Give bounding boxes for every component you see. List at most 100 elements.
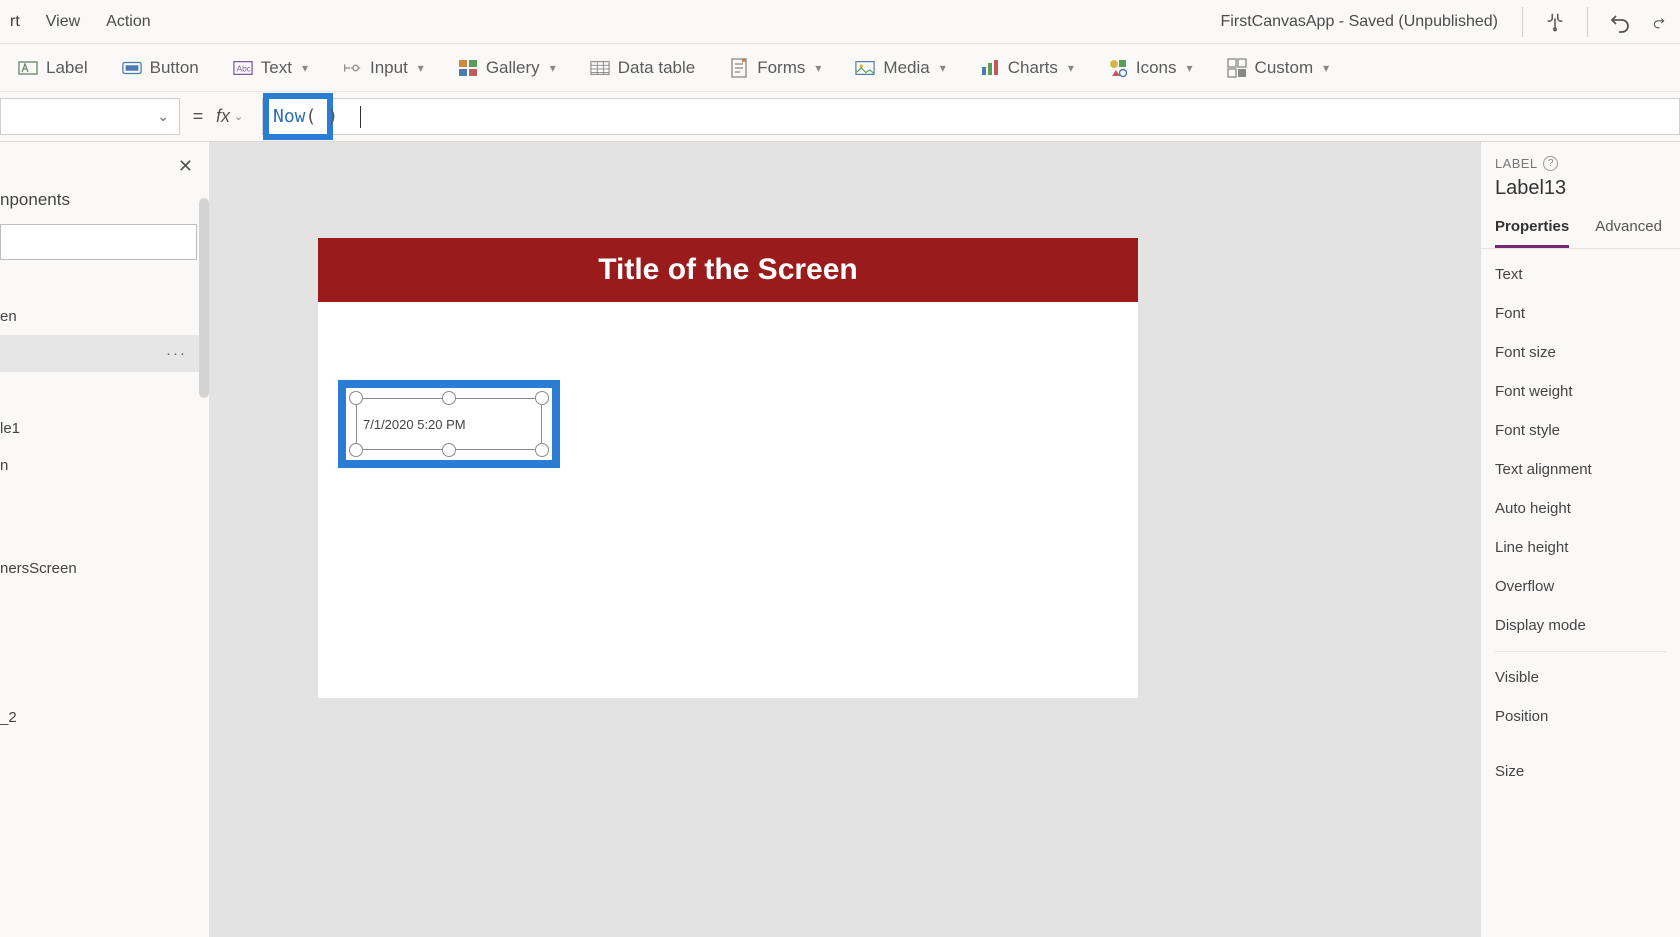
control-type-text: LABEL	[1495, 156, 1537, 171]
chevron-down-icon: ⌄	[157, 108, 169, 125]
resize-handle[interactable]	[349, 391, 363, 405]
divider	[1495, 651, 1666, 652]
search-input[interactable]	[0, 224, 197, 260]
prop-text-alignment[interactable]: Text alignment	[1495, 450, 1666, 489]
properties-pane: LABEL ? Label13 Properties Advanced Text…	[1480, 142, 1680, 937]
tree-item[interactable]: en	[0, 298, 209, 335]
ribbon-input[interactable]: Input ▾	[342, 58, 424, 78]
ribbon-media[interactable]: Media ▾	[855, 58, 945, 78]
ribbon-icons[interactable]: Icons ▾	[1108, 58, 1193, 78]
ribbon-button[interactable]: Button	[122, 58, 199, 78]
chevron-down-icon: ▾	[815, 61, 821, 75]
tree-item[interactable]: le1	[0, 410, 209, 447]
prop-font[interactable]: Font	[1495, 294, 1666, 333]
equals-sign: =	[180, 92, 216, 141]
chevron-down-icon: ▾	[302, 61, 308, 75]
ribbon-charts-text: Charts	[1008, 58, 1058, 78]
prop-font-style[interactable]: Font style	[1495, 411, 1666, 450]
tree-item-selected[interactable]: ···	[0, 335, 209, 372]
close-icon[interactable]: ✕	[178, 156, 193, 177]
ribbon-data-table-text: Data table	[618, 58, 696, 78]
redo-icon[interactable]	[1652, 8, 1666, 36]
prop-text[interactable]: Text	[1495, 255, 1666, 294]
resize-handle[interactable]	[442, 391, 456, 405]
menu-bar: rt View Action FirstCanvasApp - Saved (U…	[0, 0, 1680, 44]
menu-insert[interactable]: rt	[10, 13, 20, 31]
ribbon-gallery[interactable]: Gallery ▾	[458, 58, 556, 78]
formula-function: Now	[273, 106, 306, 127]
insert-ribbon: Label Button Abc Text ▾ Input ▾ Gallery …	[0, 44, 1680, 92]
formula-input[interactable]: Now( )	[262, 98, 1680, 135]
ribbon-label[interactable]: Label	[18, 58, 88, 78]
resize-handle[interactable]	[535, 443, 549, 457]
properties-list: Text Font Font size Font weight Font sty…	[1481, 249, 1680, 797]
control-type-label: LABEL ?	[1495, 156, 1666, 171]
help-icon[interactable]: ?	[1543, 156, 1558, 171]
menu-bar-left: rt View Action	[8, 13, 151, 31]
prop-position[interactable]: Position	[1495, 697, 1666, 736]
chevron-down-icon: ▾	[940, 61, 946, 75]
formula-parens: ( )	[306, 106, 339, 127]
control-name[interactable]: Label13	[1495, 177, 1666, 200]
resize-handle[interactable]	[349, 443, 363, 457]
fx-label[interactable]: fx ⌄	[216, 92, 262, 141]
resize-handle[interactable]	[535, 391, 549, 405]
tree-tab-components[interactable]: nponents	[0, 142, 209, 218]
prop-display-mode[interactable]: Display mode	[1495, 606, 1666, 645]
ribbon-forms-text: Forms	[757, 58, 805, 78]
canvas-area[interactable]: Title of the Screen 7/1/2020 5:20 PM	[210, 142, 1480, 937]
screen-canvas[interactable]: Title of the Screen 7/1/2020 5:20 PM	[318, 238, 1138, 698]
gallery-icon	[458, 58, 478, 78]
chevron-down-icon: ⌄	[234, 110, 243, 123]
chevron-down-icon: ▾	[550, 61, 556, 75]
chevron-down-icon: ▾	[1068, 61, 1074, 75]
formula-text: Now( )	[273, 106, 338, 127]
ribbon-forms[interactable]: Forms ▾	[729, 58, 821, 78]
ribbon-text[interactable]: Abc Text ▾	[233, 58, 308, 78]
menu-bar-right: FirstCanvasApp - Saved (Unpublished)	[1221, 7, 1672, 37]
tree-view-pane: ✕ nponents en ··· le1 n nersScreen _2	[0, 142, 210, 937]
selected-control-highlight[interactable]: 7/1/2020 5:20 PM	[338, 380, 560, 468]
divider	[1587, 7, 1588, 37]
label-icon	[18, 58, 38, 78]
menu-view[interactable]: View	[46, 13, 80, 31]
prop-font-weight[interactable]: Font weight	[1495, 372, 1666, 411]
properties-header: LABEL ? Label13	[1481, 142, 1680, 204]
formula-bar: ⌄ = fx ⌄ Now( )	[0, 92, 1680, 142]
undo-icon[interactable]	[1606, 8, 1634, 36]
ribbon-custom-text: Custom	[1255, 58, 1314, 78]
chevron-down-icon: ▾	[1323, 61, 1329, 75]
tree-item[interactable]: nersScreen	[0, 550, 209, 587]
media-icon	[855, 58, 875, 78]
svg-text:Abc: Abc	[236, 64, 250, 73]
prop-visible[interactable]: Visible	[1495, 658, 1666, 697]
tab-advanced[interactable]: Advanced	[1595, 218, 1662, 248]
forms-icon	[729, 58, 749, 78]
tree-list: en ··· le1 n nersScreen _2	[0, 274, 209, 937]
custom-icon	[1227, 58, 1247, 78]
app-checker-icon[interactable]	[1541, 8, 1569, 36]
ribbon-input-text: Input	[370, 58, 408, 78]
ribbon-data-table[interactable]: Data table	[590, 58, 696, 78]
ribbon-charts[interactable]: Charts ▾	[980, 58, 1074, 78]
screen-title[interactable]: Title of the Screen	[318, 238, 1138, 302]
ribbon-button-text: Button	[150, 58, 199, 78]
tree-item[interactable]: _2	[0, 699, 209, 736]
more-icon[interactable]: ···	[166, 345, 187, 362]
scrollbar[interactable]	[199, 198, 209, 398]
prop-font-size[interactable]: Font size	[1495, 333, 1666, 372]
properties-tabs: Properties Advanced	[1481, 204, 1680, 249]
chevron-down-icon: ▾	[1187, 61, 1193, 75]
prop-overflow[interactable]: Overflow	[1495, 567, 1666, 606]
prop-size[interactable]: Size	[1495, 752, 1666, 791]
ribbon-text-text: Text	[261, 58, 292, 78]
menu-action[interactable]: Action	[106, 13, 150, 31]
property-select[interactable]: ⌄	[0, 98, 180, 135]
tab-properties[interactable]: Properties	[1495, 218, 1569, 248]
resize-handle[interactable]	[442, 443, 456, 457]
tree-item[interactable]: n	[0, 447, 209, 484]
fx-text: fx	[216, 106, 230, 127]
prop-line-height[interactable]: Line height	[1495, 528, 1666, 567]
ribbon-custom[interactable]: Custom ▾	[1227, 58, 1330, 78]
prop-auto-height[interactable]: Auto height	[1495, 489, 1666, 528]
